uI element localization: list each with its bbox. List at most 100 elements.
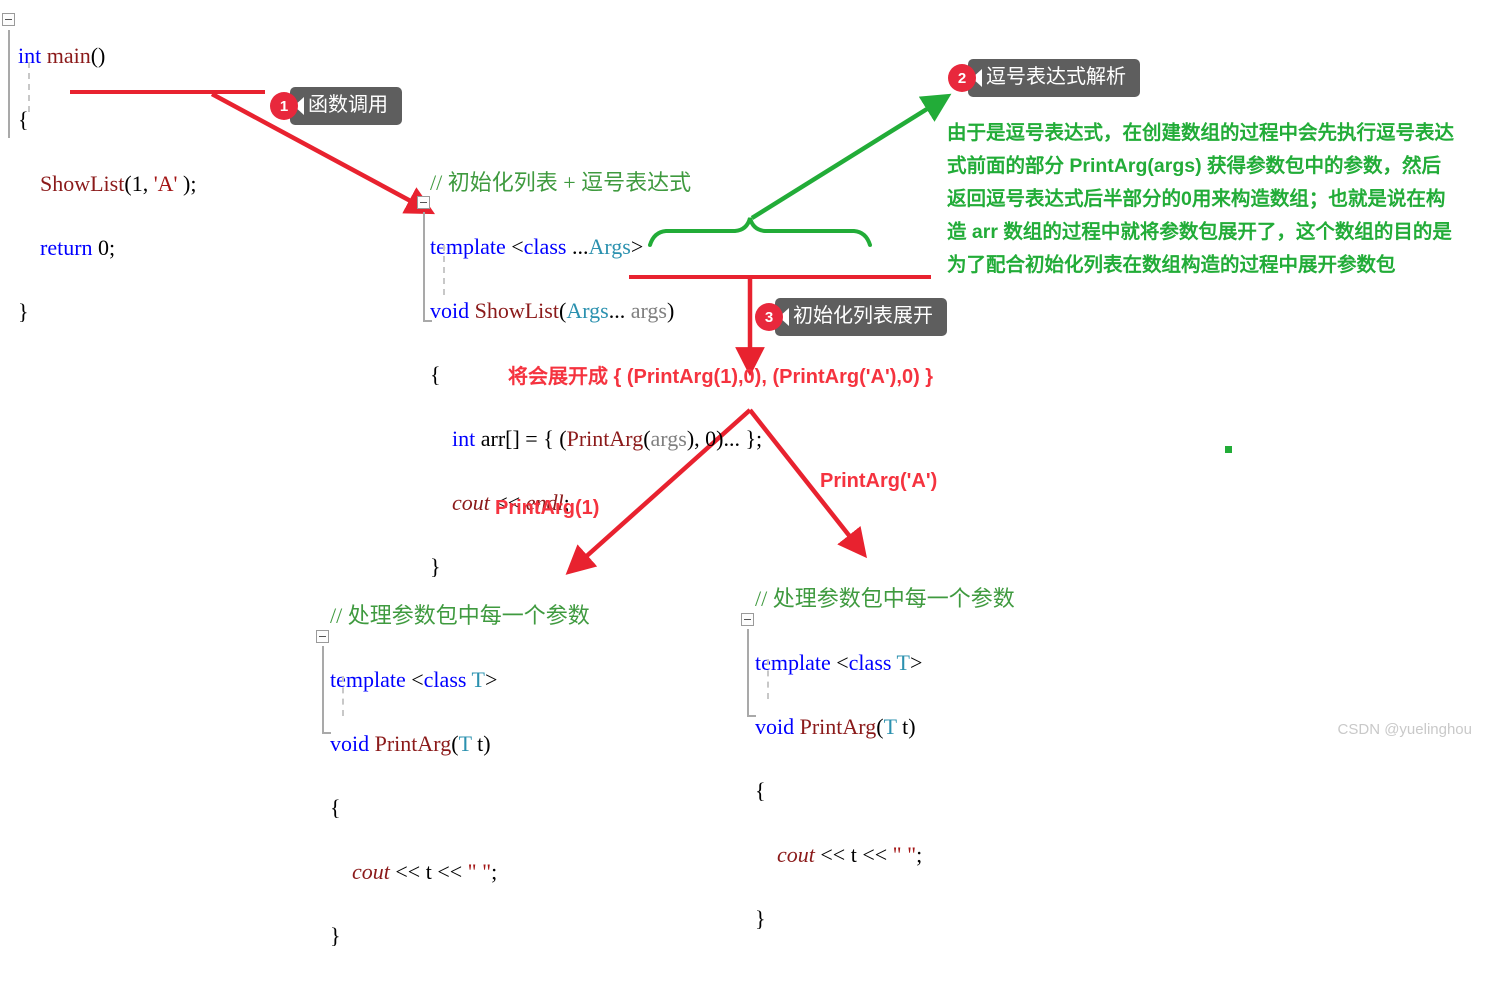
code-token: << [820,842,846,867]
code-line: template <class ...Args> [430,233,762,261]
fold-toggle-printarg-right[interactable] [741,613,754,626]
code-token: { [430,362,441,387]
indent-guide [423,212,425,322]
code-token: ) [666,298,675,323]
indent-guide-dashed [342,676,344,716]
code-token: )... }; [716,426,763,451]
indent-guide-foot [423,320,432,322]
code-token: args [630,298,667,323]
code-token: Args [588,234,631,259]
code-token: T [896,650,910,675]
code-token: Args [566,298,609,323]
code-line: int main() [18,42,196,70]
code-token: { [330,795,341,820]
green-note-line: 为了配合初始化列表在数组构造的过程中展开参数包 [947,254,1396,276]
fold-toggle-showlist[interactable] [417,196,430,209]
code-block-main: int main() { ShowList(1, 'A' ); return 0… [18,6,196,362]
indent-guide [747,629,749,717]
callout-label-1: 函数调用 [290,87,402,125]
green-note-line: 造 arr 数组的过程中就将参数包展开了，这个数组的目的是 [947,221,1452,243]
diagram-canvas: int main() { ShowList(1, 'A' ); return 0… [0,0,1486,948]
code-line: { [330,794,590,822]
indent-guide-dashed [28,62,30,112]
code-line: template <class T> [755,649,1015,677]
fold-toggle-main[interactable] [2,13,15,26]
code-token: arr [480,426,506,451]
arrow-label-printarg-a: PrintArg('A') [820,470,938,492]
indent-guide-dashed [443,245,445,295]
code-token: T [883,714,897,739]
code-token: template [430,234,506,259]
code-line: ShowList(1, 'A' ); [18,170,196,198]
code-token: cout [352,859,390,884]
green-note-line: 由于是逗号表达式，在创建数组的过程中会先执行逗号表达 [947,122,1455,144]
indent-guide-foot [747,715,756,717]
code-line: cout << t << " "; [330,858,590,886]
arrow-label-printarg-1: PrintArg(1) [495,497,600,519]
code-token: < [411,667,424,692]
code-token: > [910,650,923,675]
indent-guide-foot [322,732,331,734]
code-token: t [420,859,438,884]
code-line: } [755,905,1015,933]
code-token: () [90,43,106,68]
code-line: } [18,298,196,326]
code-token: ShowList [474,298,559,323]
callout-label-2: 逗号表达式解析 [968,59,1140,97]
code-token: void [755,714,795,739]
code-token: ; [916,842,923,867]
callout-function-call[interactable]: 1 函数调用 [270,87,402,125]
code-token: class [848,650,892,675]
code-token: [] = { ( [505,426,567,451]
code-line: } [330,922,590,950]
code-token: ... [608,298,631,323]
green-dot-artifact [1225,446,1232,453]
indent-guide [322,646,324,734]
code-line: void PrintArg(T t) [330,730,590,758]
code-line: template <class T> [330,666,590,694]
code-token: 1 [131,171,143,196]
callout-comma-expression[interactable]: 2 逗号表达式解析 [948,59,1140,97]
code-line: void PrintArg(T t) [755,713,1015,741]
code-token: 0 [98,235,110,260]
callout-initlist-expand[interactable]: 3 初始化列表展开 [755,298,947,336]
callout-badge-2: 2 [948,64,976,92]
code-token: << [437,859,463,884]
code-token: { [18,107,29,132]
code-token: } [18,299,29,324]
code-token: class [423,667,467,692]
code-token: << [862,842,888,867]
code-token: } [755,906,766,931]
callout-badge-3: 3 [755,303,783,331]
code-token: PrintArg [799,714,877,739]
code-token: ( [643,426,651,451]
code-token: ( [876,714,884,739]
code-line: { [755,777,1015,805]
code-token: ( [451,731,459,756]
code-line: // 处理参数包中每一个参数 [755,585,1015,613]
code-line: int arr[] = { (PrintArg(args), 0)... }; [430,425,762,453]
code-line: return 0; [18,234,196,262]
code-token: ; [491,859,498,884]
code-token: T [471,667,485,692]
code-token: T [458,731,472,756]
fold-toggle-printarg-left[interactable] [316,630,329,643]
code-token: cout [452,490,490,515]
indent-guide [8,30,10,138]
code-token: ShowList [40,171,125,196]
code-token: cout [777,842,815,867]
code-token: 'A' [153,171,178,196]
code-token: // 初始化列表 + 逗号表达式 [430,170,692,195]
code-block-printarg-left: // 处理参数包中每一个参数 template <class T> void P… [330,566,590,986]
code-token: main [46,43,91,68]
code-token: t [845,842,863,867]
code-token: int [452,426,476,451]
code-token: PrintArg [566,426,644,451]
csdn-watermark: CSDN @yuelinghou [1337,721,1472,738]
code-token: void [330,731,370,756]
code-token: PrintArg [374,731,452,756]
code-token: ( [124,171,132,196]
